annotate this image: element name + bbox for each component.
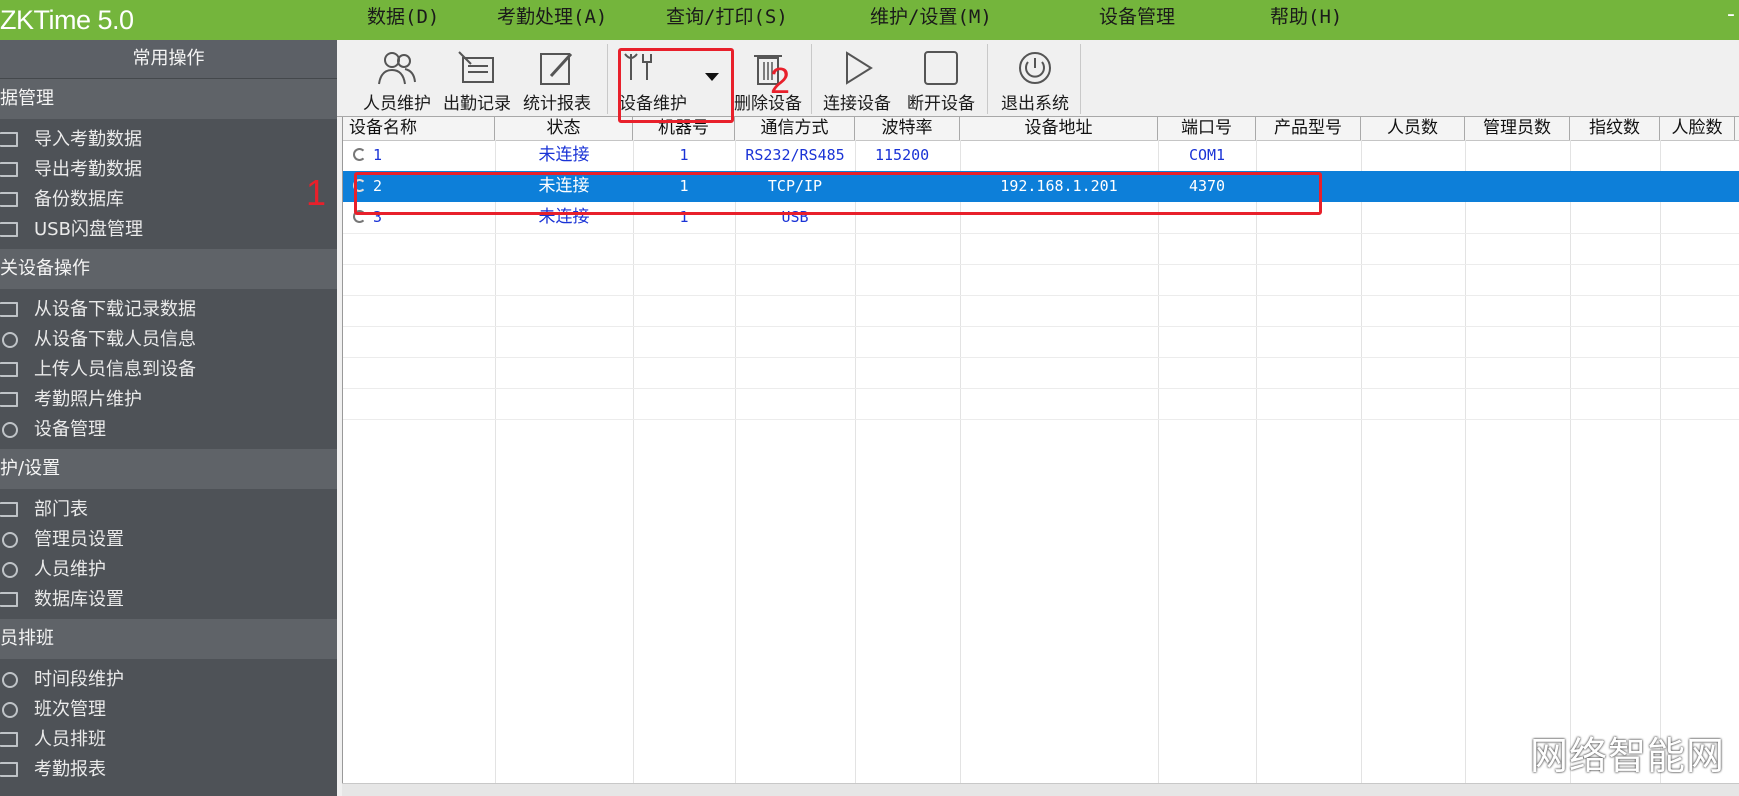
sidebar-item-photo-maint[interactable]: 考勤照片维护 [0, 385, 337, 415]
minimize-button[interactable]: - [1727, 0, 1735, 30]
toolbar-separator [607, 44, 608, 114]
menu-query-print[interactable]: 查询/打印(S) [666, 0, 788, 36]
sidebar-item-person-maint[interactable]: 人员维护 [0, 555, 337, 585]
col-device-name[interactable]: 设备名称 [343, 117, 495, 140]
shift-icon [2, 702, 18, 718]
toolbar-separator [1080, 44, 1081, 114]
connect-device-button[interactable]: 连接设备 [815, 40, 899, 116]
report-icon [0, 762, 18, 777]
sidebar-item-backup-db[interactable]: 备份数据库 [0, 185, 337, 215]
col-comm[interactable]: 通信方式 [735, 117, 855, 140]
users-icon [2, 562, 18, 578]
section-maintenance[interactable]: 维护/设置 [0, 449, 337, 489]
col-model[interactable]: 产品型号 [1256, 117, 1361, 140]
table-row[interactable]: 1 未连接 1 RS232/RS485 115200 COM1 [343, 140, 1739, 171]
stop-icon [924, 51, 958, 85]
col-port[interactable]: 端口号 [1158, 117, 1256, 140]
calendar-icon [0, 732, 18, 747]
sidebar-item-shift-mgmt[interactable]: 班次管理 [0, 695, 337, 725]
col-face-count[interactable]: 人脸数 [1660, 117, 1735, 140]
download-icon [0, 302, 18, 317]
annotation-label-1: 1 [306, 172, 327, 213]
stat-report-button[interactable]: 统计报表 [517, 40, 597, 116]
col-baud[interactable]: 波特率 [855, 117, 960, 140]
sidebar-item-device-mgmt[interactable]: 设备管理 [0, 415, 337, 445]
database-icon [0, 192, 18, 207]
menu-maintenance[interactable]: 维护/设置(M) [870, 0, 992, 36]
toolbar-separator [987, 44, 988, 114]
person-maint-button[interactable]: 人员维护 [357, 40, 437, 116]
table-header: 设备名称 状态 机器号 通信方式 波特率 设备地址 端口号 产品型号 人员数 管… [343, 117, 1739, 141]
section-scheduling[interactable]: 人员排班 [0, 619, 337, 659]
clock-icon [2, 672, 18, 688]
menu-data[interactable]: 数据(D) [367, 0, 439, 36]
delete-device-button[interactable]: 删除设备 [723, 40, 813, 116]
section-device-ops[interactable]: 相关设备操作 [0, 249, 337, 289]
menu-attendance[interactable]: 考勤处理(A) [497, 0, 607, 36]
exit-system-button[interactable]: 退出系统 [993, 40, 1077, 116]
col-user-count[interactable]: 人员数 [1361, 117, 1465, 140]
sidebar-header: 常用操作 [0, 40, 337, 79]
annotation-box-device-maint [618, 48, 734, 123]
sidebar-item-upload-users[interactable]: 上传人员信息到设备 [0, 355, 337, 385]
play-icon [846, 51, 873, 85]
disconnect-device-button[interactable]: 断开设备 [899, 40, 983, 116]
toolbar-separator [811, 44, 812, 114]
sidebar-item-download-records[interactable]: 从设备下载记录数据 [0, 295, 337, 325]
users-icon [378, 52, 416, 85]
annotation-label-2: 2 [770, 60, 791, 101]
main-panel: 人员维护 出勤记录 统计报表 设备维护 删除设备 连接设备 断开设备 退出系统 … [337, 40, 1739, 796]
col-address[interactable]: 设备地址 [960, 117, 1158, 140]
user-download-icon [2, 332, 18, 348]
gear-icon [2, 422, 18, 438]
database-settings-icon [0, 592, 18, 607]
sidebar-item-time-slots[interactable]: 时间段维护 [0, 665, 337, 695]
menu-help[interactable]: 帮助(H) [1270, 0, 1342, 36]
attendance-records-button[interactable]: 出勤记录 [437, 40, 517, 116]
sidebar-item-departments[interactable]: 部门表 [0, 495, 337, 525]
app-title: ZKTime 5.0 [0, 5, 134, 35]
upload-icon [0, 362, 18, 377]
photo-icon [0, 392, 18, 407]
sidebar-item-import-attendance[interactable]: 导入考勤数据 [0, 125, 337, 155]
list-icon [0, 502, 18, 517]
toolbar: 人员维护 出勤记录 统计报表 设备维护 删除设备 连接设备 断开设备 退出系统 [337, 40, 1739, 117]
horizontal-scrollbar[interactable] [342, 783, 1739, 796]
menu-device-mgmt[interactable]: 设备管理 [1099, 0, 1175, 36]
data-icon [0, 162, 18, 177]
annotation-box-row-2 [354, 172, 1322, 215]
watermark: 网络智能网 [1529, 734, 1725, 778]
data-icon [0, 132, 18, 147]
sidebar: 常用操作 数据管理 导入考勤数据 导出考勤数据 备份数据库 USB闪盘管理 相关… [0, 40, 337, 796]
title-bar: ZKTime 5.0 数据(D) 考勤处理(A) 查询/打印(S) 维护/设置(… [0, 0, 1739, 40]
sidebar-item-usb-disk[interactable]: USB闪盘管理 [0, 215, 337, 245]
sidebar-item-admin-settings[interactable]: 管理员设置 [0, 525, 337, 555]
admin-icon [2, 532, 18, 548]
col-fingerprint-count[interactable]: 指纹数 [1570, 117, 1660, 140]
col-status[interactable]: 状态 [495, 117, 633, 140]
section-data-mgmt[interactable]: 数据管理 [0, 79, 337, 119]
sidebar-item-export-attendance[interactable]: 导出考勤数据 [0, 155, 337, 185]
sidebar-item-scheduling[interactable]: 人员排班 [0, 725, 337, 755]
records-icon [458, 51, 494, 83]
sidebar-item-db-settings[interactable]: 数据库设置 [0, 585, 337, 615]
usb-icon [0, 222, 18, 237]
device-table: 设备名称 状态 机器号 通信方式 波特率 设备地址 端口号 产品型号 人员数 管… [342, 117, 1739, 796]
sidebar-item-download-users[interactable]: 从设备下载人员信息 [0, 325, 337, 355]
edit-report-icon [540, 52, 573, 85]
power-icon [1019, 52, 1051, 84]
col-admin-count[interactable]: 管理员数 [1465, 117, 1570, 140]
refresh-icon [353, 148, 366, 161]
sidebar-item-attendance-report[interactable]: 考勤报表 [0, 755, 337, 785]
